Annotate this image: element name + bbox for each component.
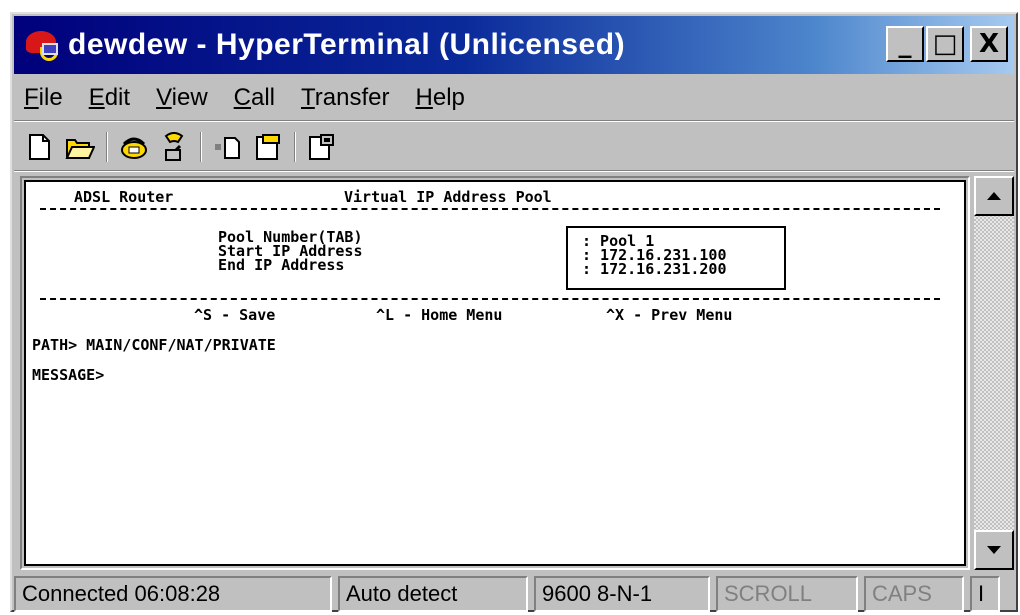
open-icon — [65, 139, 95, 159]
maximize-button[interactable]: □ — [926, 26, 964, 62]
terminal-divider — [40, 208, 940, 210]
status-bar: Connected 06:08:28 Auto detect 9600 8-N-… — [14, 576, 1014, 612]
receive-icon — [256, 134, 280, 160]
terminal-header-title: Virtual IP Address Pool — [344, 188, 552, 206]
maximize-icon: □ — [932, 29, 958, 59]
detect-status: Auto detect — [338, 576, 528, 612]
toolbar — [14, 124, 1014, 170]
home-menu-shortcut: ^L - Home Menu — [376, 306, 503, 324]
terminal-header-left: ADSL Router — [74, 188, 174, 206]
toolbar-separator — [294, 132, 296, 162]
arrow-down-icon — [987, 546, 1001, 554]
properties-icon — [309, 134, 334, 160]
minimize-button[interactable]: _ — [886, 26, 924, 62]
arrow-up-icon — [987, 192, 1001, 200]
connection-status: Connected 06:08:28 — [14, 576, 332, 612]
menu-transfer[interactable]: Transfer — [301, 84, 389, 112]
menu-edit[interactable]: Edit — [89, 84, 130, 112]
menu-toolbar-divider — [14, 120, 1014, 122]
menu-view[interactable]: View — [156, 84, 208, 112]
toolbar-separator — [200, 132, 202, 162]
prev-menu-shortcut: ^X - Prev Menu — [606, 306, 733, 324]
menu-bar: File Edit View Call Transfer Help — [14, 76, 1014, 120]
close-button[interactable]: X — [970, 26, 1008, 62]
receive-button[interactable] — [252, 131, 284, 163]
disconnect-button[interactable] — [158, 131, 190, 163]
port-settings-status: 9600 8-N-1 — [534, 576, 710, 612]
path-line: PATH> MAIN/CONF/NAT/PRIVATE — [32, 336, 276, 354]
call-icon — [121, 137, 147, 159]
toolbar-divider — [14, 170, 1014, 172]
title-bar[interactable]: dewdew - HyperTerminal (Unlicensed) _ □ … — [14, 16, 1014, 74]
message-line: MESSAGE> — [32, 366, 105, 384]
end-ip-label: End IP Address — [218, 256, 345, 274]
send-button[interactable] — [212, 131, 244, 163]
send-icon — [215, 137, 240, 159]
menu-help[interactable]: Help — [416, 84, 465, 112]
terminal-divider — [40, 298, 940, 300]
scroll-down-button[interactable] — [974, 530, 1014, 570]
hyperterminal-window: dewdew - HyperTerminal (Unlicensed) _ □ … — [10, 12, 1018, 612]
close-icon: X — [978, 29, 1000, 59]
save-shortcut: ^S - Save — [194, 306, 276, 324]
minimize-icon: _ — [898, 29, 912, 59]
num-lock-status: I — [970, 576, 1000, 612]
toolbar-separator — [106, 132, 108, 162]
call-button[interactable] — [118, 131, 150, 163]
vertical-scrollbar[interactable] — [974, 176, 1014, 570]
menu-file[interactable]: File — [24, 84, 63, 112]
open-button[interactable] — [64, 131, 96, 163]
disconnect-icon — [164, 132, 184, 161]
menu-call[interactable]: Call — [234, 84, 275, 112]
terminal-frame: ADSL Router Virtual IP Address Pool Pool… — [20, 176, 970, 570]
end-ip-value[interactable]: : 172.16.231.200 — [582, 262, 727, 277]
window-controls: _ □ X — [886, 26, 1008, 62]
window-title: dewdew - HyperTerminal (Unlicensed) — [68, 28, 626, 61]
new-icon — [29, 134, 50, 160]
terminal-screen[interactable]: ADSL Router Virtual IP Address Pool Pool… — [24, 180, 966, 566]
properties-button[interactable] — [306, 131, 338, 163]
hyperterminal-app-icon[interactable] — [22, 25, 62, 65]
scroll-up-button[interactable] — [974, 176, 1014, 216]
scroll-lock-status: SCROLL — [716, 576, 858, 612]
new-connection-button[interactable] — [24, 131, 56, 163]
caps-lock-status: CAPS — [864, 576, 964, 612]
